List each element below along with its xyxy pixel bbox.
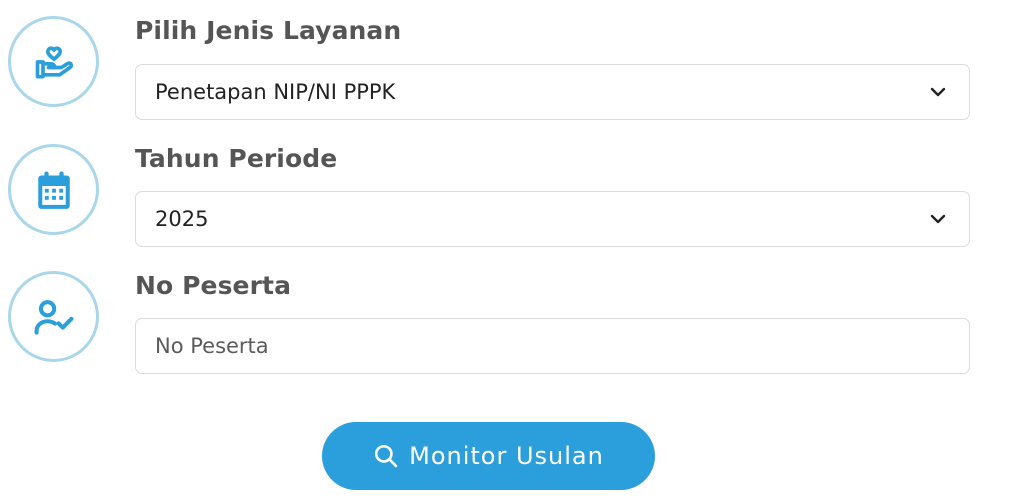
participant-no-label: No Peserta xyxy=(135,271,292,300)
period-year-label: Tahun Periode xyxy=(135,144,338,173)
participant-no-field[interactable] xyxy=(135,318,970,374)
calendar-icon xyxy=(37,171,70,209)
chevron-down-icon xyxy=(930,214,946,224)
search-icon xyxy=(375,444,398,468)
service-type-icon-circle xyxy=(8,16,99,107)
service-type-selected-value: Penetapan NIP/NI PPPK xyxy=(155,80,396,104)
period-year-selected-value: 2025 xyxy=(155,207,209,231)
period-year-select[interactable]: 2025 xyxy=(135,191,970,247)
monitor-usulan-label: Monitor Usulan xyxy=(409,442,604,470)
heart-hand-icon xyxy=(35,45,73,78)
participant-no-input[interactable] xyxy=(136,319,969,373)
participant-no-icon-circle xyxy=(8,271,99,362)
user-check-icon xyxy=(34,299,73,335)
monitor-usulan-button[interactable]: Monitor Usulan xyxy=(322,422,655,490)
service-type-select[interactable]: Penetapan NIP/NI PPPK xyxy=(135,64,970,120)
chevron-down-icon xyxy=(930,87,946,97)
service-type-label: Pilih Jenis Layanan xyxy=(135,16,402,45)
period-year-icon-circle xyxy=(8,144,99,235)
